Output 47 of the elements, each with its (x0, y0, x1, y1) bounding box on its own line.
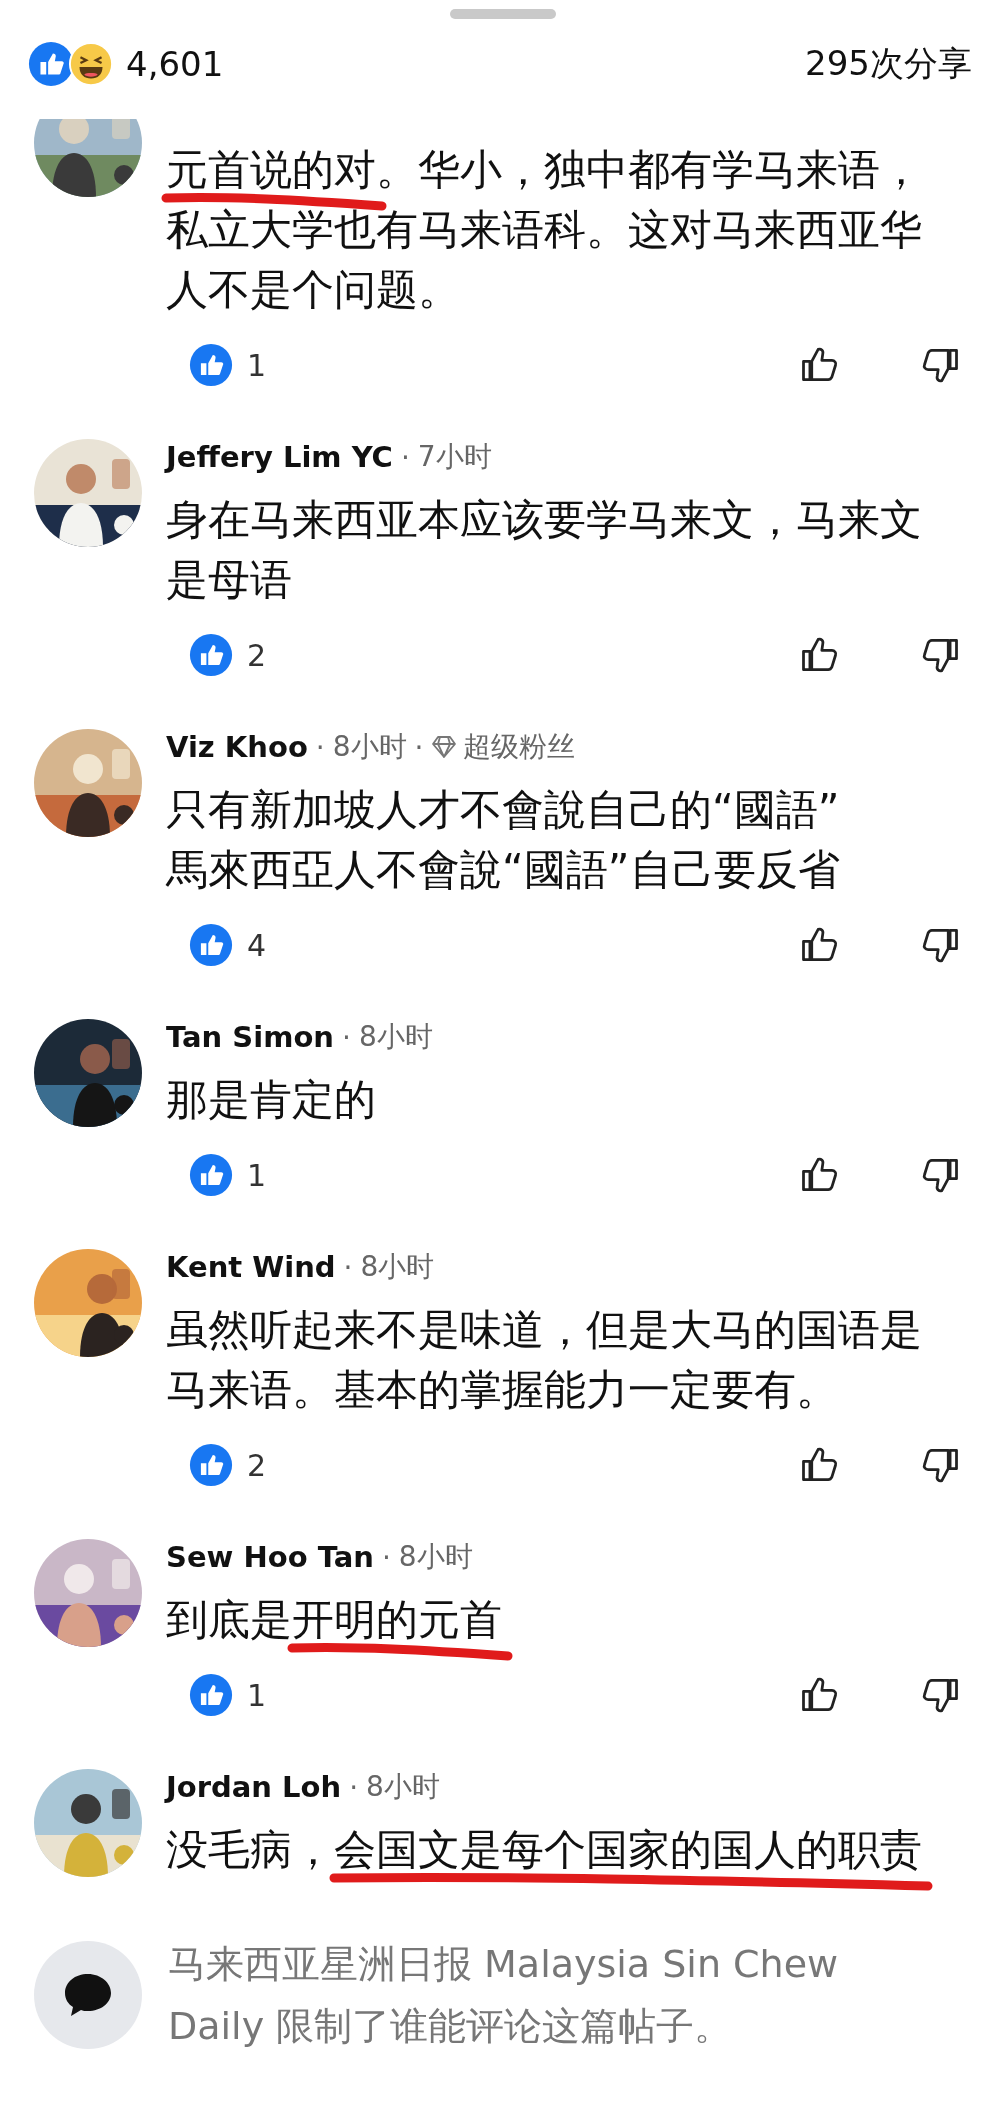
like-icon (189, 1673, 233, 1717)
separator-dot: · (343, 1250, 353, 1284)
separator-dot: · (400, 440, 410, 474)
comment-text: 虽然听起来不是味道，但是大马的国语是马来语。基本的掌握能力一定要有。 (166, 1304, 923, 1416)
like-icon (189, 633, 233, 677)
timestamp: 8小时 (332, 729, 407, 765)
separator-dot: · (341, 1020, 351, 1054)
timestamp: 8小时 (360, 1249, 435, 1285)
like-icon (28, 41, 74, 87)
laughing-emoji-icon (68, 41, 114, 87)
commenter-name[interactable]: Viz Khoo (166, 730, 308, 764)
like-icon (189, 343, 233, 387)
timestamp: 8小时 (358, 1019, 433, 1055)
like-count[interactable]: 1 (247, 1157, 267, 1193)
timestamp: 7小时 (417, 439, 492, 475)
diamond-icon (431, 734, 458, 760)
timestamp: 8小时 (398, 1539, 473, 1575)
commenter-name[interactable]: Jeffery Lim YC (166, 440, 393, 474)
reaction-count[interactable]: 4,601 (126, 44, 224, 84)
comment-text: 到底是开明的元首 (166, 1594, 503, 1646)
comment-text: 没毛病，会国文是每个国家的国人的职责 (166, 1824, 923, 1876)
comment-text: 元首说的对。华小，独中都有学马来语，私立大学也有马来语科。这对马来西亚华人不是个问题。 (166, 144, 923, 316)
like-count[interactable]: 1 (247, 1677, 267, 1713)
like-count[interactable]: 2 (247, 1447, 267, 1483)
separator-dot: · (414, 730, 424, 764)
separator-dot: · (381, 1540, 391, 1574)
like-icon (189, 1443, 233, 1487)
comment-text: 只有新加坡人才不會說自己的“國語” 馬來西亞人不會說“國語”自己要反省 (166, 784, 841, 896)
comment-text: 那是肯定的 (166, 1074, 377, 1126)
chat-bubble-icon (63, 1972, 113, 2018)
like-count[interactable]: 4 (247, 927, 267, 963)
like-count[interactable]: 2 (247, 637, 267, 673)
timestamp: 8小时 (366, 1769, 440, 1805)
drag-handle[interactable] (450, 9, 556, 19)
commenter-name[interactable]: Tan Simon (166, 1020, 334, 1054)
fan-badge-label: 超级粉丝 (463, 729, 576, 765)
commenter-name[interactable]: Sew Hoo Tan (166, 1540, 374, 1574)
commenter-name[interactable]: Kent Wind (166, 1250, 336, 1284)
like-icon (189, 923, 233, 967)
like-icon (189, 1153, 233, 1197)
comment-text: 身在马来西亚本应该要学马来文，马来文是母语 (166, 494, 923, 606)
commenter-name[interactable]: Jordan Loh (166, 1770, 342, 1804)
like-count[interactable]: 1 (247, 347, 267, 383)
separator-dot: · (315, 730, 325, 764)
comment-restriction-notice: 马来西亚星洲日报 Malaysia Sin Chew Daily 限制了谁能评论这篇帖子。 (168, 1941, 840, 2050)
share-count[interactable]: 295次分享 (805, 41, 972, 87)
separator-dot: · (349, 1770, 359, 1804)
